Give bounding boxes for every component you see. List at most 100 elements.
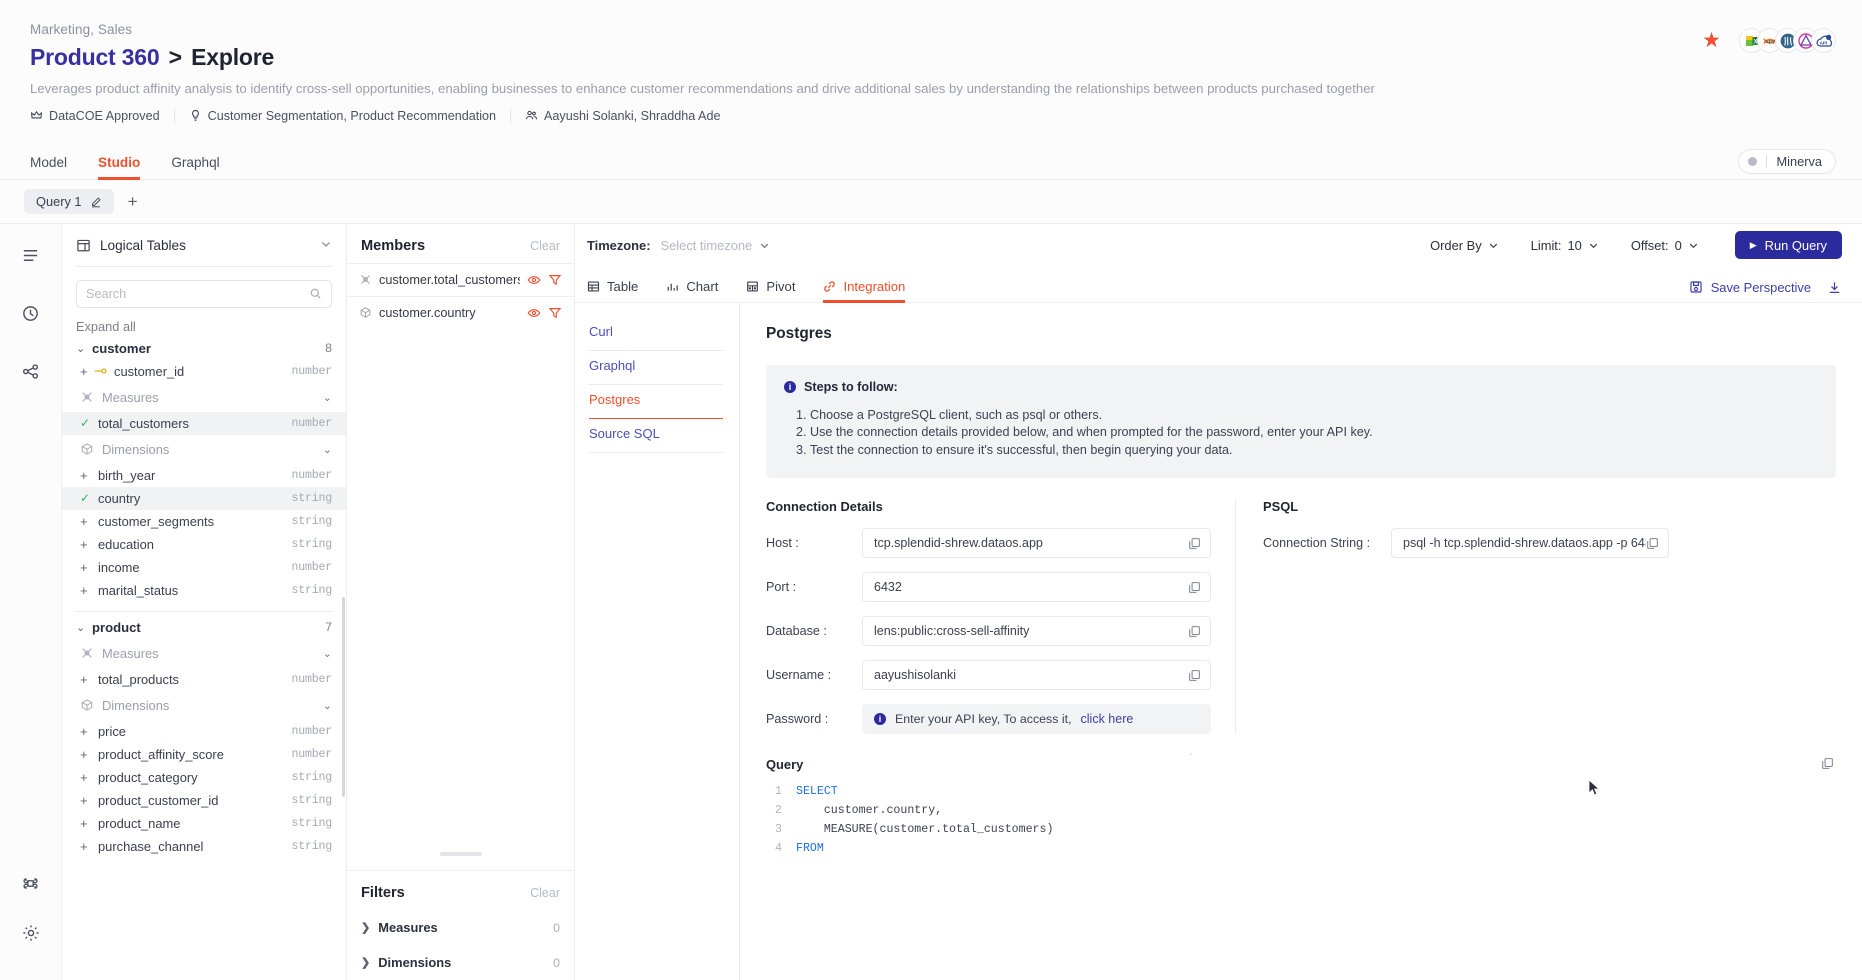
tree-section-product-dimensions[interactable]: Dimensions ⌄	[62, 691, 346, 720]
lineage-icon[interactable]	[14, 355, 48, 389]
tree-field-name: product_category	[98, 769, 198, 785]
sql-code-block[interactable]: 1 SELECT 2 customer.country, 3 MEASURE(c…	[766, 783, 1836, 858]
add-query-button[interactable]: +	[120, 189, 146, 215]
tree-field-product-customer-id[interactable]: + product_customer_id string	[62, 789, 346, 812]
copy-icon[interactable]	[1188, 625, 1201, 638]
api-key-link[interactable]: click here	[1081, 712, 1134, 726]
app-root: Marketing, Sales Product 360 > Explore L…	[0, 0, 1862, 980]
history-icon[interactable]	[14, 297, 48, 331]
tab-graphql[interactable]: Graphql	[171, 155, 219, 179]
search-input[interactable]	[86, 286, 309, 301]
filter-row-measures[interactable]: ❯ Measures 0	[347, 910, 574, 945]
filter-row-dimensions[interactable]: ❯ Dimensions 0	[347, 945, 574, 980]
eye-icon[interactable]	[527, 273, 541, 287]
chevron-down-icon[interactable]	[320, 237, 332, 255]
tree-field-education[interactable]: + education string	[62, 533, 346, 556]
plus-icon[interactable]: +	[80, 364, 93, 379]
tree-field-product-affinity-score[interactable]: + product_affinity_score number	[62, 743, 346, 766]
database-input[interactable]: lens:public:cross-sell-affinity	[862, 616, 1211, 647]
connection-string-input[interactable]: psql -h tcp.splendid-shrew.dataos.app -p…	[1391, 528, 1669, 559]
tree-field-total-products[interactable]: + total_products number	[62, 668, 346, 691]
sub-nav-postgres[interactable]: Postgres	[589, 385, 723, 419]
search-box[interactable]	[76, 279, 332, 308]
explorer-scrollbar[interactable]	[342, 596, 345, 797]
rest-api-icon[interactable]: API	[1811, 28, 1836, 53]
explorer-tree[interactable]: ⌄ customer 8 + customer_id number Measur…	[62, 337, 346, 980]
plus-icon[interactable]: +	[80, 724, 93, 739]
expand-all-link[interactable]: Expand all	[62, 308, 346, 337]
copy-icon[interactable]	[1188, 581, 1201, 594]
tab-integration[interactable]: Integration	[823, 279, 905, 303]
plus-icon[interactable]: +	[80, 747, 93, 762]
funnel-icon[interactable]	[548, 273, 562, 287]
plus-icon[interactable]: +	[80, 793, 93, 808]
tree-field-price[interactable]: + price number	[62, 720, 346, 743]
tree-section-customer-measures[interactable]: Measures ⌄	[62, 383, 346, 412]
username-input[interactable]: aayushisolanki	[862, 660, 1211, 691]
plus-icon[interactable]: +	[80, 583, 93, 598]
member-row-total-customers[interactable]: customer.total_customers	[347, 262, 574, 296]
tree-section-customer-dimensions[interactable]: Dimensions ⌄	[62, 435, 346, 464]
tree-field-product-category[interactable]: + product_category string	[62, 766, 346, 789]
timezone-select[interactable]: Select timezone	[661, 238, 771, 253]
sub-nav-source-sql[interactable]: Source SQL	[589, 419, 723, 453]
command-icon[interactable]	[14, 866, 48, 900]
tab-studio[interactable]: Studio	[98, 155, 141, 180]
plus-icon[interactable]: +	[80, 468, 93, 483]
pencil-icon[interactable]	[90, 196, 102, 208]
run-query-button[interactable]: ▶ Run Query	[1734, 231, 1842, 260]
plus-icon[interactable]: +	[80, 839, 93, 854]
copy-icon[interactable]	[1188, 669, 1201, 682]
copy-icon[interactable]	[1821, 757, 1834, 770]
list-panel-icon[interactable]	[14, 239, 48, 273]
page-title-main[interactable]: Product 360	[30, 44, 160, 70]
plus-icon[interactable]: +	[80, 537, 93, 552]
plus-icon[interactable]: +	[80, 672, 93, 687]
tree-field-purchase-channel[interactable]: + purchase_channel string	[62, 835, 346, 858]
tree-field-marital-status[interactable]: + marital_status string	[62, 579, 346, 602]
sub-nav-curl[interactable]: Curl	[589, 317, 723, 351]
panel-resize-handle[interactable]	[439, 852, 482, 856]
tree-field-income[interactable]: + income number	[62, 556, 346, 579]
save-perspective-button[interactable]: Save Perspective	[1689, 280, 1811, 295]
minerva-selector[interactable]: Minerva	[1738, 148, 1836, 174]
tree-section-product-measures[interactable]: Measures ⌄	[62, 639, 346, 668]
host-input[interactable]: tcp.splendid-shrew.dataos.app	[862, 528, 1211, 559]
member-row-country[interactable]: customer.country	[347, 295, 574, 329]
limit-select[interactable]: Limit: 10	[1531, 238, 1599, 253]
download-icon[interactable]	[1827, 280, 1842, 295]
tree-field-total-customers[interactable]: ✓ total_customers number	[62, 411, 346, 435]
tree-group-product[interactable]: ⌄ product 7	[62, 616, 346, 639]
filters-clear-button[interactable]: Clear	[530, 886, 560, 900]
star-icon[interactable]: ★	[1702, 30, 1721, 51]
port-input[interactable]: 6432	[862, 572, 1211, 603]
copy-icon[interactable]	[1188, 537, 1201, 550]
crown-icon	[31, 110, 42, 119]
plus-icon[interactable]: +	[80, 816, 93, 831]
tree-field-country[interactable]: ✓ country string	[62, 486, 346, 510]
tree-field-customer-segments[interactable]: + customer_segments string	[62, 510, 346, 533]
sub-nav-graphql[interactable]: Graphql	[589, 351, 723, 385]
explorer-title-row[interactable]: Logical Tables	[76, 237, 332, 267]
funnel-icon[interactable]	[548, 306, 562, 320]
tree-group-customer[interactable]: ⌄ customer 8	[62, 337, 346, 360]
steps-list: Choose a PostgreSQL client, such as psql…	[810, 407, 1818, 461]
order-by-select[interactable]: Order By	[1430, 238, 1499, 253]
tab-table[interactable]: Table	[587, 279, 638, 302]
tree-group-count: 7	[325, 620, 332, 635]
tree-field-customer-id[interactable]: + customer_id number	[62, 360, 346, 383]
tab-pivot[interactable]: Pivot	[746, 279, 795, 302]
plus-icon[interactable]: +	[80, 514, 93, 529]
copy-icon[interactable]	[1646, 537, 1659, 550]
query-tab-1[interactable]: Query 1	[24, 189, 114, 215]
tab-model[interactable]: Model	[30, 155, 67, 179]
tab-chart[interactable]: Chart	[666, 279, 718, 302]
eye-icon[interactable]	[527, 306, 541, 320]
tree-field-birth-year[interactable]: + birth_year number	[62, 464, 346, 487]
offset-select[interactable]: Offset: 0	[1631, 238, 1699, 253]
plus-icon[interactable]: +	[80, 560, 93, 575]
plus-icon[interactable]: +	[80, 770, 93, 785]
members-clear-button[interactable]: Clear	[530, 239, 560, 253]
settings-gear-icon[interactable]	[14, 916, 48, 950]
tree-field-product-name[interactable]: + product_name string	[62, 812, 346, 835]
